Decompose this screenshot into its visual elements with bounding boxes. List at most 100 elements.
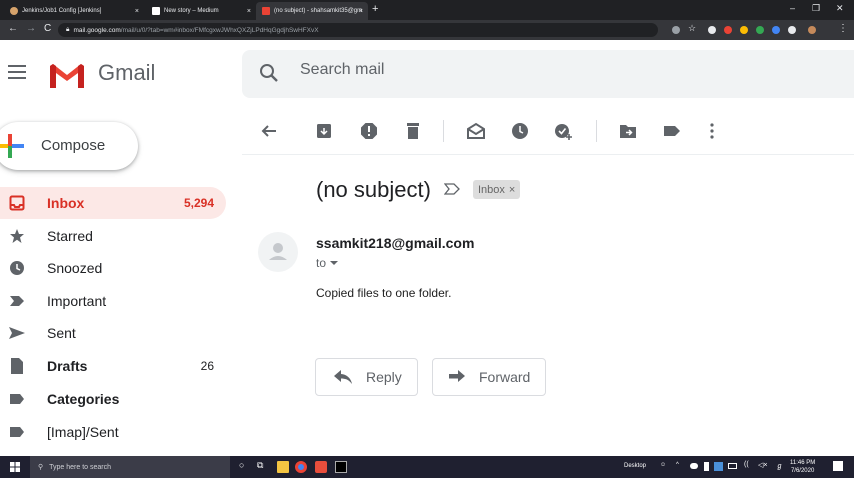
sidebar-item-snoozed[interactable]: Snoozed <box>0 252 226 284</box>
label-chip-text: Inbox <box>478 183 505 196</box>
people-icon[interactable]: ☺ <box>660 462 672 474</box>
delete-icon[interactable] <box>403 121 423 141</box>
close-window-icon[interactable]: ✕ <box>836 3 844 14</box>
sidebar-item-label: Snoozed <box>47 260 103 276</box>
tab-close-icon[interactable]: × <box>247 8 251 15</box>
cortana-icon[interactable]: ○ <box>239 460 251 472</box>
sidebar-item-imap-sent[interactable]: [Imap]/Sent <box>0 416 226 448</box>
tab-close-icon[interactable]: × <box>135 8 139 15</box>
input-method-icon[interactable]: ℊ <box>776 461 788 473</box>
archive-icon[interactable] <box>314 121 334 141</box>
profile-avatar[interactable] <box>808 26 816 34</box>
notifications-icon[interactable] <box>833 461 843 471</box>
battery-icon[interactable] <box>728 463 737 469</box>
more-icon[interactable] <box>702 121 722 141</box>
extensions-puzzle-icon[interactable] <box>788 26 796 34</box>
sidebar-item-label: Inbox <box>47 195 85 211</box>
sidebar-item-categories[interactable]: Categories <box>0 383 226 415</box>
new-tab-button[interactable]: + <box>372 3 378 15</box>
desktop-toolbar-label[interactable]: Desktop <box>624 463 646 469</box>
terminal-icon[interactable] <box>335 461 347 473</box>
label-icon <box>10 394 24 404</box>
chrome-icon[interactable] <box>295 461 307 473</box>
usb-icon[interactable] <box>704 462 709 471</box>
compose-button[interactable]: Compose <box>0 122 138 170</box>
extension-icon[interactable] <box>672 26 680 34</box>
system-clock[interactable]: 11:46 PM 7/6/2020 <box>790 459 815 475</box>
draft-icon <box>11 358 23 374</box>
snooze-icon[interactable] <box>510 121 530 141</box>
browser-tab-jenkins[interactable]: Jenkins/Job1 Config [Jenkins] × <box>4 2 144 20</box>
file-explorer-icon[interactable] <box>277 461 289 473</box>
move-to-icon[interactable] <box>618 121 638 141</box>
search-input[interactable] <box>300 61 800 79</box>
chevron-down-icon[interactable] <box>330 260 339 266</box>
sidebar-item-sent[interactable]: Sent <box>0 317 226 349</box>
label-icon <box>10 427 24 437</box>
importance-marker-icon[interactable] <box>444 183 460 195</box>
extension-icon[interactable] <box>756 26 764 34</box>
sidebar-item-label: Sent <box>47 325 76 341</box>
onedrive-icon[interactable] <box>690 463 698 469</box>
sidebar-item-inbox[interactable]: Inbox 5,294 <box>0 187 226 219</box>
taskbar-search-box[interactable]: ⚲ Type here to search <box>30 456 230 478</box>
compose-plus-icon <box>0 134 24 158</box>
report-spam-icon[interactable] <box>359 121 379 141</box>
draft-count: 26 <box>200 359 214 373</box>
sidebar-item-important[interactable]: Important <box>0 285 226 317</box>
tray-app-icon[interactable] <box>714 462 723 471</box>
reload-icon[interactable]: C <box>44 23 51 34</box>
sidebar-item-label: Drafts <box>47 358 88 374</box>
gmail-favicon-icon <box>262 7 270 15</box>
browser-forward-icon[interactable]: → <box>26 23 36 34</box>
extension-icon[interactable] <box>708 26 716 34</box>
sidebar-item-starred[interactable]: Starred <box>0 220 226 252</box>
taskbar-search-placeholder: Type here to search <box>49 463 112 471</box>
recipient-line[interactable]: to <box>316 256 339 270</box>
sidebar-item-label: Categories <box>47 391 120 407</box>
back-icon[interactable] <box>259 121 279 141</box>
extension-icon[interactable] <box>772 26 780 34</box>
minimize-icon[interactable]: – <box>790 3 795 13</box>
app-icon[interactable] <box>315 461 327 473</box>
bookmark-star-icon[interactable]: ☆ <box>688 23 696 34</box>
forward-label: Forward <box>479 369 531 385</box>
browser-back-icon[interactable]: ← <box>8 23 18 34</box>
tab-title: Jenkins/Job1 Config [Jenkins] <box>22 8 102 14</box>
wifi-icon[interactable]: (( <box>744 461 756 473</box>
add-to-tasks-icon[interactable] <box>553 121 573 141</box>
extension-icon[interactable] <box>740 26 748 34</box>
message-subject: (no subject) <box>316 177 431 202</box>
browser-tab-gmail[interactable]: (no subject) - shahsamkit35@gm × <box>256 2 368 20</box>
url-field[interactable]: 🔒︎ mail.google.com /mail/u/0/?tab=wm#inb… <box>58 23 658 37</box>
mark-unread-icon[interactable] <box>466 121 486 141</box>
volume-icon[interactable]: ◁× <box>758 461 770 473</box>
browser-address-bar: ← → C 🔒︎ mail.google.com /mail/u/0/?tab=… <box>0 20 854 40</box>
search-icon[interactable] <box>259 63 279 83</box>
browser-tab-medium[interactable]: New story – Medium × <box>146 2 256 20</box>
extension-icon[interactable] <box>724 26 732 34</box>
sender-avatar[interactable] <box>258 232 298 272</box>
clock-date: 7/6/2020 <box>790 468 815 474</box>
forward-button[interactable]: Forward <box>432 358 546 396</box>
medium-favicon-icon <box>152 7 160 15</box>
show-hidden-icons-icon[interactable]: ^ <box>676 462 688 474</box>
maximize-icon[interactable]: ❐ <box>812 3 820 14</box>
sidebar-item-label: Starred <box>47 228 93 244</box>
reply-label: Reply <box>366 369 402 385</box>
main-menu-icon[interactable] <box>8 65 26 83</box>
tab-close-icon[interactable]: × <box>359 8 363 15</box>
tab-title: New story – Medium <box>164 8 219 14</box>
remove-label-icon[interactable]: × <box>509 184 515 196</box>
sidebar-item-drafts[interactable]: Drafts 26 <box>0 350 226 382</box>
task-view-icon[interactable]: ⧉ <box>257 460 269 472</box>
star-icon <box>10 229 24 243</box>
sender-email[interactable]: ssamkit218@gmail.com <box>316 235 474 251</box>
labels-icon[interactable] <box>662 121 682 141</box>
browser-menu-icon[interactable]: ⋮ <box>838 23 848 34</box>
reply-button[interactable]: Reply <box>315 358 418 396</box>
lock-icon: 🔒︎ <box>66 26 70 33</box>
forward-icon <box>449 370 465 382</box>
windows-start-icon[interactable] <box>10 462 20 472</box>
url-path: /mail/u/0/?tab=wm#inbox/FMfcgxwJWhxQXZjL… <box>120 26 319 34</box>
